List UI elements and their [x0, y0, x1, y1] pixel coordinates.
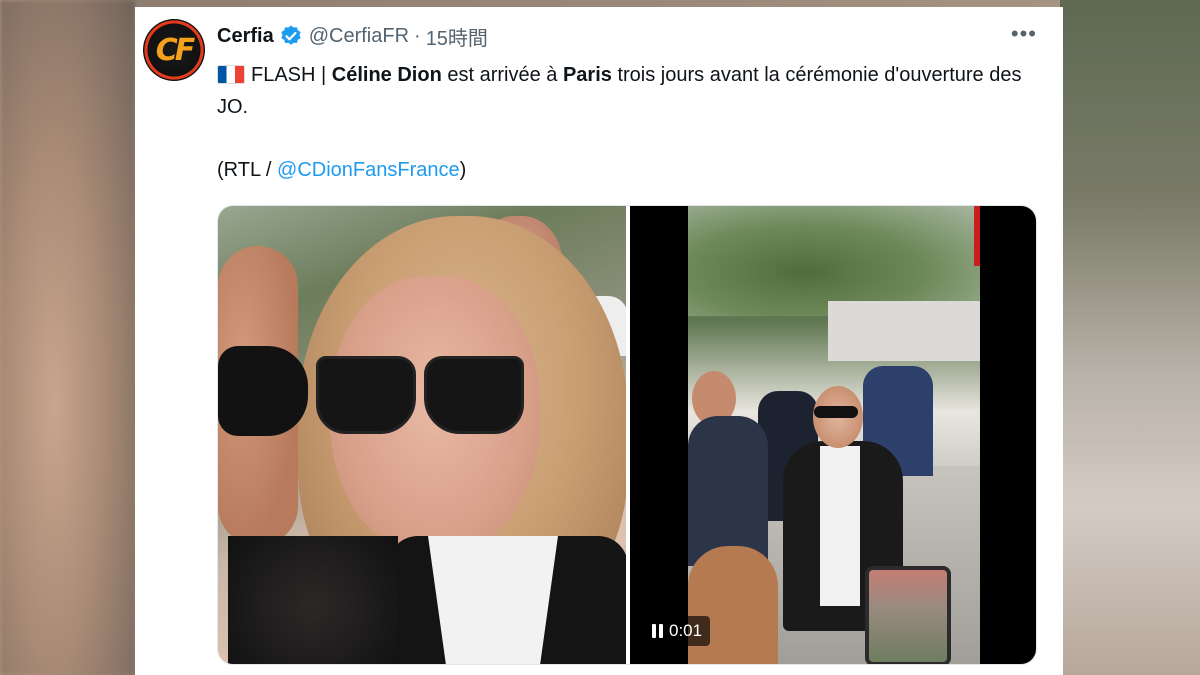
- photo-dress: [228, 536, 398, 664]
- lens-left: [316, 356, 416, 434]
- video-red-strip: [974, 206, 980, 266]
- photo-shirt: [428, 536, 558, 664]
- display-name[interactable]: Cerfia: [217, 25, 274, 48]
- lens-right: [424, 356, 524, 434]
- video-wall: [828, 301, 980, 361]
- video-player[interactable]: 0:01: [630, 206, 1036, 664]
- video-time: 0:01: [669, 621, 703, 640]
- media-grid: 0:01: [217, 205, 1037, 665]
- tweet-credits: (RTL / @CDionFansFrance): [217, 159, 466, 182]
- avatar-logo: CF: [155, 32, 195, 68]
- france-flag-icon: [217, 65, 245, 84]
- mention-link[interactable]: @CDionFansFrance: [277, 159, 460, 181]
- video-arm: [688, 546, 778, 664]
- tweet-card[interactable]: CF Cerfia @CerfiaFR · 15時間 ••• FLASH | C…: [135, 7, 1063, 675]
- background-blur-right: [1060, 0, 1200, 675]
- video-phone: [865, 566, 951, 664]
- text-name: Céline Dion: [331, 64, 442, 86]
- verified-badge-icon: [281, 25, 301, 45]
- video-shirt: [820, 446, 860, 606]
- video-trees: [688, 206, 980, 316]
- video-man-left: [688, 416, 768, 566]
- tweet-text: FLASH | Céline Dion est arrivée à Paris …: [217, 59, 1037, 123]
- text-city: Paris: [562, 64, 612, 86]
- more-dots-icon[interactable]: •••: [1011, 23, 1037, 45]
- text-mid: est arrivée à: [441, 64, 563, 86]
- timestamp[interactable]: 15時間: [426, 22, 488, 51]
- credit-close: ): [459, 159, 467, 181]
- video-control[interactable]: 0:01: [644, 616, 711, 646]
- text-prefix: FLASH |: [251, 64, 332, 86]
- background-blur-left: [0, 0, 135, 675]
- video-sunglasses: [814, 406, 858, 418]
- avatar[interactable]: CF: [143, 19, 205, 81]
- video-frame: [688, 206, 980, 664]
- photo-man-glasses: [218, 346, 308, 436]
- credit-open: (RTL /: [217, 159, 278, 181]
- handle[interactable]: @CerfiaFR: [309, 25, 409, 48]
- photo-left[interactable]: [218, 206, 626, 664]
- separator-dot: ·: [414, 24, 421, 47]
- pause-icon[interactable]: [652, 624, 663, 638]
- tweet-header: Cerfia @CerfiaFR · 15時間: [217, 22, 488, 51]
- photo-sunglasses: [316, 356, 526, 446]
